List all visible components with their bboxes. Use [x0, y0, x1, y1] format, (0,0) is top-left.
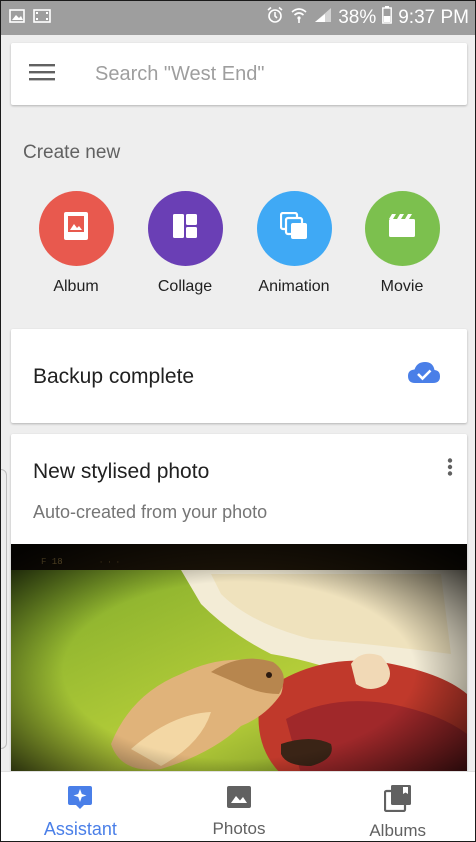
movie-circle[interactable] [364, 191, 440, 266]
create-movie-button[interactable]: Movie [352, 191, 452, 296]
create-new-heading: Create new [23, 142, 121, 163]
battery-icon [382, 6, 393, 30]
hamburger-menu-icon [29, 63, 55, 86]
nav-photos[interactable]: Photos [160, 772, 319, 841]
backup-status-card[interactable]: Backup complete [11, 329, 467, 423]
bottom-navigation: Assistant Photos Albums [1, 771, 475, 841]
nav-albums[interactable]: Albums [318, 772, 475, 841]
card-subtitle: Auto-created from your photo [33, 502, 268, 522]
photo-icon [226, 784, 252, 815]
clock: 9:37 PM [398, 7, 469, 28]
animation-icon [279, 211, 308, 245]
battery-percent: 38% [338, 7, 377, 28]
status-bar: 38% 9:37 PM [1, 1, 475, 35]
create-new-row: Album Collage Animation Movie [1, 191, 475, 301]
animation-label: Animation [258, 278, 330, 295]
album-label: Album [53, 278, 99, 295]
more-vert-icon[interactable] [447, 458, 453, 481]
nav-assistant[interactable]: Assistant [1, 772, 160, 841]
collage-icon [172, 213, 198, 244]
create-animation-button[interactable]: Animation [244, 191, 344, 296]
backup-status-text: Backup complete [33, 365, 195, 388]
create-collage-button[interactable]: Collage [135, 191, 235, 296]
signal-icon [314, 7, 332, 29]
album-icon [63, 211, 89, 246]
alarm-icon [266, 6, 284, 30]
search-input[interactable]: Search "West End" [95, 63, 264, 86]
collage-circle[interactable] [147, 191, 223, 266]
app-screen: 38% 9:37 PM Search "West End" Create new… [0, 0, 476, 842]
create-album-button[interactable]: Album [26, 191, 126, 296]
stylised-photo[interactable]: F 18 · · · [11, 544, 467, 774]
wifi-icon [290, 6, 308, 30]
movie-label: Movie [380, 278, 424, 295]
search-bar[interactable]: Search "West End" [11, 43, 467, 105]
animation-circle[interactable] [256, 191, 332, 266]
nav-assistant-label: Assistant [43, 819, 117, 839]
album-circle[interactable] [38, 191, 114, 266]
assistant-icon [67, 784, 93, 815]
stylised-photo-card[interactable]: New stylised photo Auto-created from you… [11, 434, 467, 774]
card-title: New stylised photo [33, 460, 210, 483]
nav-photos-label: Photos [212, 819, 266, 838]
movie-icon [388, 214, 416, 243]
albums-icon [383, 784, 412, 817]
edge-panel-handle[interactable] [1, 469, 7, 749]
menu-button[interactable] [11, 43, 73, 105]
collage-label: Collage [157, 278, 213, 295]
nav-albums-label: Albums [369, 821, 427, 840]
gallery-notification-icon [9, 8, 25, 28]
film-notification-icon [33, 8, 51, 28]
cloud-done-icon [407, 361, 441, 390]
